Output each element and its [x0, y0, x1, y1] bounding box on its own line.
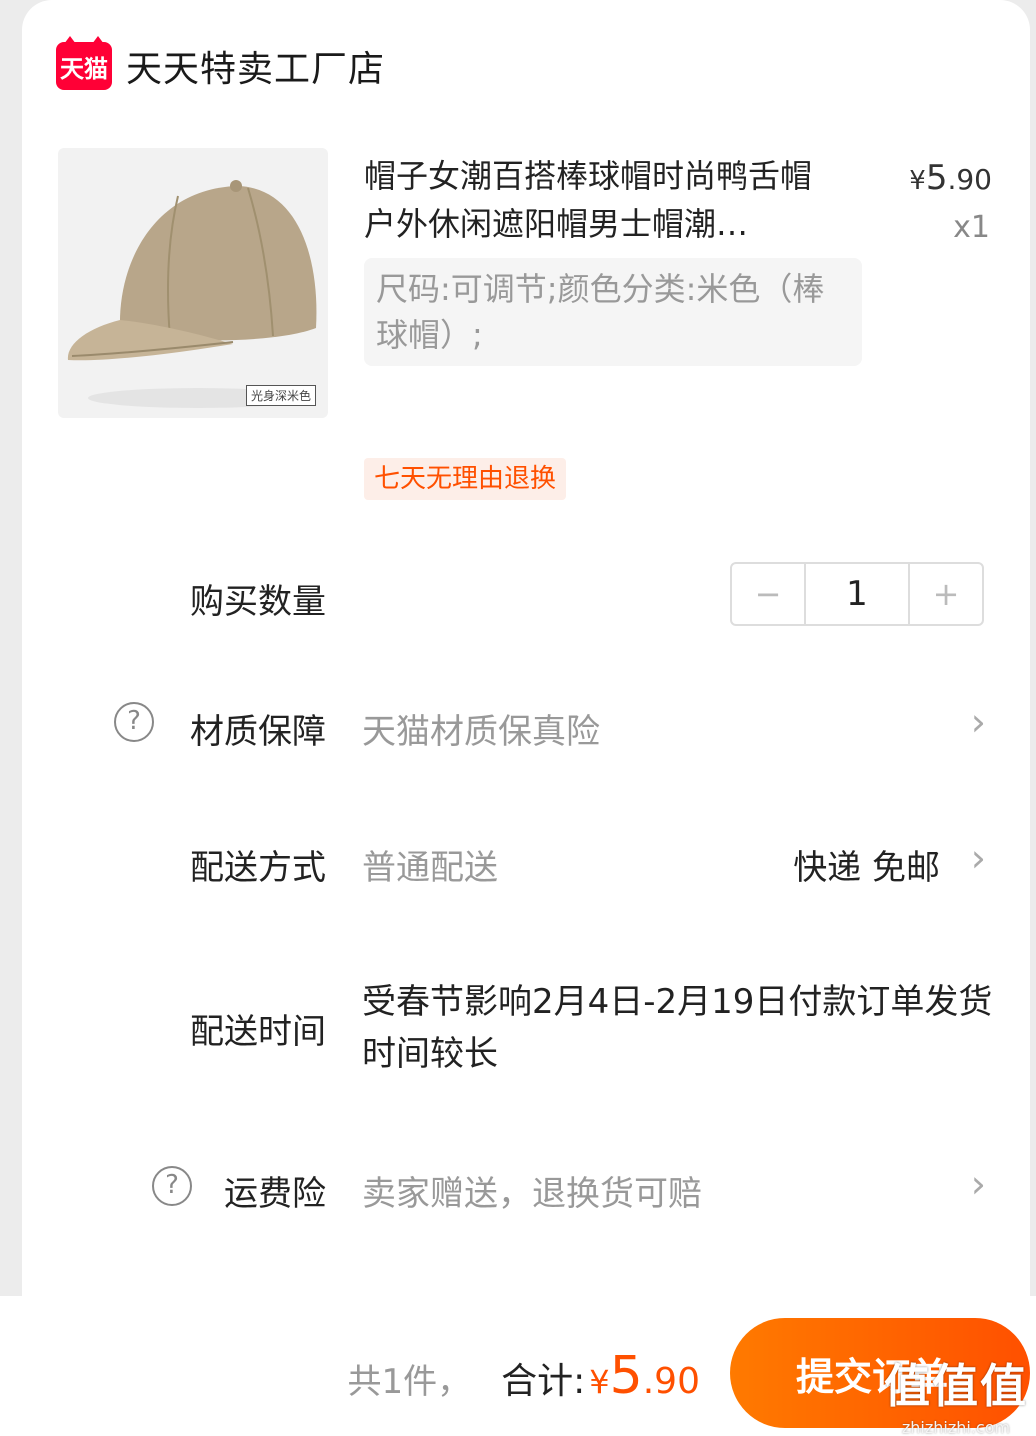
tmall-logo-icon: 天猫	[56, 36, 112, 90]
material-label: 材质保障	[190, 712, 326, 752]
shop-name[interactable]: 天天特卖工厂店	[126, 40, 385, 92]
delivery-time-label: 配送时间	[190, 1012, 326, 1052]
return-policy-tag: 七天无理由退换	[364, 458, 567, 500]
watermark: 值值值 zhizhizhi.com	[884, 1350, 1028, 1436]
material-value[interactable]: 天猫材质保真险	[362, 704, 600, 753]
chevron-right-icon[interactable]: ›	[971, 836, 986, 880]
price-integer: 5	[925, 158, 948, 198]
product-quantity: x1	[953, 210, 990, 245]
product-title[interactable]: 帽子女潮百搭棒球帽时尚鸭舌帽户外休闲遮阳帽男士帽潮…	[364, 152, 834, 248]
product-price: ¥5.90	[909, 158, 992, 198]
freight-insurance-value[interactable]: 卖家赠送，退换货可赔	[362, 1166, 702, 1215]
checkout-bar: 共1件， 合计: ¥5.90 提交订单	[0, 1296, 1036, 1436]
delivery-time-value: 受春节影响2月4日-2月19日付款订单发货时间较长	[362, 982, 993, 1074]
item-count: 共1件，	[347, 1362, 472, 1402]
freight-insurance-label: 运费险	[224, 1174, 326, 1214]
watermark-logo: 值值值	[884, 1359, 1028, 1413]
shop-header[interactable]: 天猫 天天特卖工厂店	[56, 36, 385, 92]
product-image[interactable]: 光身深米色	[58, 148, 328, 418]
decrease-button[interactable]: −	[732, 564, 804, 624]
sku-info[interactable]: 尺码:可调节;颜色分类:米色（棒球帽）;	[364, 258, 862, 366]
shipping-value: 普通配送	[362, 848, 498, 888]
question-circle-icon[interactable]: ?	[152, 1166, 192, 1206]
increase-button[interactable]: +	[910, 564, 982, 624]
watermark-url: zhizhizhi.com	[901, 1418, 1011, 1436]
price-currency: ¥	[909, 166, 926, 196]
total-integer: 5	[609, 1346, 643, 1406]
total-decimal: .90	[642, 1361, 700, 1402]
quantity-stepper[interactable]: − 1 +	[730, 562, 984, 626]
shipping-method[interactable]: 快递 免邮	[793, 840, 940, 889]
chevron-right-icon[interactable]: ›	[971, 700, 986, 744]
quantity-value[interactable]: 1	[804, 564, 910, 624]
price-decimal: .90	[947, 163, 992, 196]
chevron-right-icon[interactable]: ›	[971, 1162, 986, 1206]
order-summary: 共1件， 合计: ¥5.90	[348, 1346, 701, 1406]
quantity-label: 购买数量	[190, 582, 326, 622]
total-currency: ¥	[589, 1363, 610, 1401]
total-label: 合计:	[501, 1361, 586, 1402]
cap-image	[67, 180, 317, 408]
shipping-label: 配送方式	[190, 848, 326, 888]
image-caption: 光身深米色	[245, 385, 316, 406]
question-circle-icon[interactable]: ?	[114, 702, 154, 742]
